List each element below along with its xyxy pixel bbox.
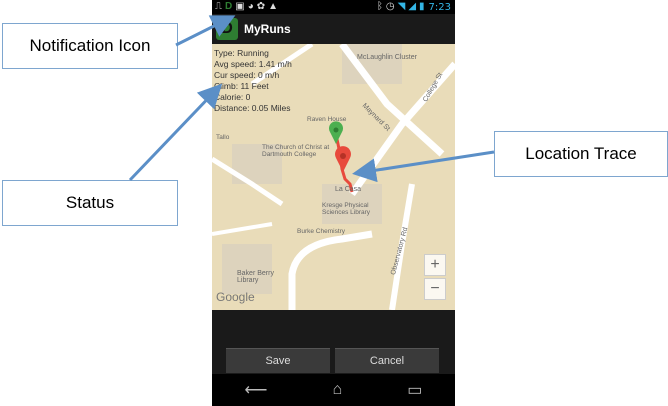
callout-notification-label: Notification Icon [29,36,151,55]
map-label-mclaughlin: McLaughlin Cluster [357,54,417,61]
back-icon[interactable]: ⟵ [245,380,268,400]
action-bar: D MyRuns [212,14,455,44]
status-bar: ⎍ D ▣ ◕ ✿ ▲ ᛒ ◷ ◥ ◢ ▮ 7:23 [212,0,455,14]
callout-location-trace: Location Trace [494,131,668,177]
stat-distance: Distance: 0.05 Miles [214,103,291,113]
app-title: MyRuns [244,22,291,36]
stat-avg-speed: Avg speed: 1.41 m/h [214,59,292,69]
warning-icon: ▲ [268,1,279,12]
cancel-button[interactable]: Cancel [335,348,439,373]
map-label-kresge: Kresge Physical Sciences Library [322,202,371,216]
usb-icon: ⎍ [215,1,222,12]
callout-status: Status [2,180,178,226]
callout-notification-icon: Notification Icon [2,23,178,69]
map-label-burke: Burke Chemistry [297,228,346,235]
bluetooth-icon: ᛒ [376,1,383,12]
map-label-tallo: Tallo [216,134,230,141]
app-notification-icon[interactable]: D [225,0,232,14]
map-label-church: The Church of Christ at Dartmouth Colleg… [262,144,330,158]
color-icon: ◕ [247,1,254,12]
map-label-la-casa: La Casa [335,186,362,193]
map-label-baker-berry: Baker Berry Library [237,270,274,284]
app-logo[interactable]: D [216,18,238,40]
callout-trace-label: Location Trace [525,144,637,163]
battery-icon: ▮ [419,1,425,12]
stat-type: Type: Running [214,48,269,58]
recents-icon[interactable]: ▭ [407,380,422,400]
home-icon[interactable]: ⌂ [333,381,343,399]
callout-status-label: Status [65,193,115,212]
stat-climb: Climb: 11 Feet [214,81,269,91]
wifi-icon: ◥ [397,1,406,12]
settings-icon: ✿ [256,1,266,12]
zoom-in-button[interactable]: + [424,254,446,276]
stat-cur-speed: Cur speed: 0 m/h [214,70,280,80]
end-marker [335,146,351,172]
save-button[interactable]: Save [226,348,330,373]
clock: 7:23 [428,1,451,13]
zoom-out-button[interactable]: − [424,278,446,300]
map-label-raven-house: Raven House [307,116,347,123]
google-attribution: Google [216,290,255,304]
building-block [222,244,272,294]
status-panel: Type: Running Avg speed: 1.41 m/h Cur sp… [214,48,292,114]
stat-calorie: Calorie: 0 [214,92,251,102]
road [288,230,373,310]
alarm-icon: ◷ [385,1,395,12]
signal-icon: ◢ [408,1,417,12]
zoom-controls: + − [424,254,446,302]
start-marker [329,121,343,144]
navigation-bar: ⟵ ⌂ ▭ [212,374,455,406]
road [212,222,273,236]
phone-screen: ⎍ D ▣ ◕ ✿ ▲ ᛒ ◷ ◥ ◢ ▮ 7:23 D MyRuns McLa… [212,0,455,406]
arrow-status [128,83,223,182]
image-icon: ▣ [235,1,245,12]
building-block [342,44,402,84]
